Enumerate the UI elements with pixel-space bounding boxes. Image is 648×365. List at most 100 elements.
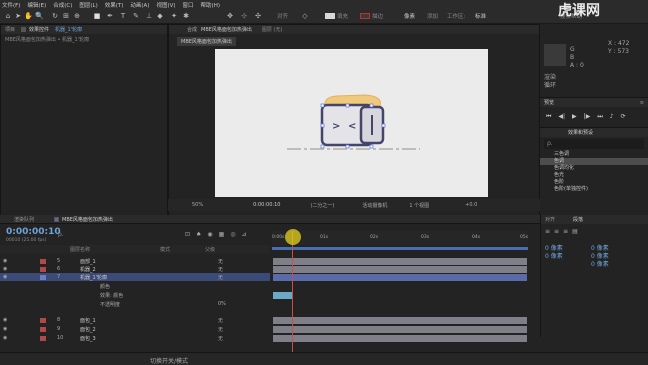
current-time[interactable]: 0:00:00:10	[253, 202, 280, 208]
timeline-layer-row[interactable]: ◉ 9 面包_2 无	[0, 325, 270, 333]
play-icon[interactable]: ▶	[572, 113, 577, 121]
layer-name[interactable]: 机器_1'轮廓	[80, 274, 107, 281]
justify-icon[interactable]: ▤	[572, 228, 578, 235]
layer-duration-bar[interactable]	[273, 292, 293, 299]
timeline-layer-row[interactable]: ◉ 5 面部_1 无	[0, 257, 270, 265]
loop-icon[interactable]: ⟳	[621, 113, 626, 121]
eraser-tool-icon[interactable]: ◆	[156, 12, 164, 20]
layer-duration-bar[interactable]	[273, 326, 527, 333]
effect-target[interactable]: 机器_1'轮廓	[55, 26, 82, 33]
tab-timeline-comp[interactable]: MBE风格面包加热弹出	[62, 216, 113, 223]
prev-frame-icon[interactable]: ◀|	[558, 113, 565, 121]
layer-duration-bar[interactable]	[273, 317, 527, 324]
stroke-width-px[interactable]: 像素	[404, 12, 415, 20]
comp-canvas[interactable]: > <	[215, 49, 488, 197]
layer-duration-bar[interactable]	[273, 335, 527, 342]
timeline-layer-row[interactable]: ◉ 7 机器_1'轮廓 无	[0, 273, 270, 281]
brush-tool-icon[interactable]: ✎	[132, 12, 140, 20]
menu-composition[interactable]: 合成(C)	[53, 1, 72, 9]
layer-parent[interactable]: 无	[218, 326, 223, 333]
preview-menu-icon[interactable]: ≡	[640, 100, 644, 106]
frame-blend-icon[interactable]: ▦	[219, 231, 225, 238]
motion-blur-icon[interactable]: ◎	[230, 231, 235, 238]
axis-view-icon[interactable]: ✣	[254, 12, 262, 20]
visibility-eye-icon[interactable]: ◉	[3, 326, 7, 332]
pan-behind-tool-icon[interactable]: ⊕	[73, 12, 81, 20]
visibility-eye-icon[interactable]: ◉	[3, 317, 7, 323]
menu-animation[interactable]: 动画(A)	[130, 1, 149, 9]
home-icon[interactable]: ⌂	[4, 12, 12, 20]
align-right-icon[interactable]: ≡	[563, 228, 568, 235]
timeline-search[interactable]: ρ.	[58, 231, 64, 238]
menu-layer[interactable]: 图层(L)	[79, 1, 97, 9]
timeline-layer-row[interactable]: ◉ 6 机器_2 无	[0, 265, 270, 273]
fill-swatch[interactable]	[325, 13, 335, 19]
snap-icon[interactable]: ◇	[301, 12, 309, 20]
timeline-layer-row[interactable]: ◉ 8 面包_1 无	[0, 316, 270, 324]
tab-effect-controls[interactable]: 效果控件	[29, 26, 49, 33]
graph-editor-icon[interactable]: ⊿	[242, 231, 247, 238]
effect-item[interactable]: 色调均化	[540, 165, 648, 172]
audio-icon[interactable]: ♪	[610, 113, 614, 121]
layer-parent[interactable]: 无	[218, 266, 223, 273]
layer-name[interactable]: 效果: 颜色	[100, 292, 123, 299]
layer-parent[interactable]: 无	[218, 274, 223, 281]
menu-help[interactable]: 帮助(H)	[201, 1, 220, 9]
comp-breadcrumb[interactable]: MBE风格面包加热弹出	[177, 36, 236, 46]
layer-duration-bar[interactable]	[273, 283, 527, 290]
resolution-dropdown[interactable]: (二分之一)	[310, 202, 334, 209]
col-parent[interactable]: 父级	[205, 246, 215, 253]
effect-item[interactable]: 色阶(单独控件)	[540, 186, 648, 193]
align-label[interactable]: 对齐	[277, 12, 288, 20]
tab-render-queue[interactable]: 渲染队列	[14, 216, 34, 223]
first-line-indent[interactable]: 0 像素	[591, 259, 609, 268]
hand-tool-icon[interactable]: ✋	[24, 12, 33, 20]
menu-effect[interactable]: 效果(T)	[105, 1, 124, 9]
effect-item[interactable]: 色调	[540, 158, 648, 165]
visibility-eye-icon[interactable]: ◉	[3, 335, 7, 341]
label-color-swatch[interactable]	[40, 317, 46, 323]
timeline-layer-row[interactable]: 效果: 颜色	[0, 291, 270, 299]
roto-tool-icon[interactable]: ✦	[170, 12, 178, 20]
label-color-swatch[interactable]	[40, 274, 46, 280]
views-dropdown[interactable]: 1 个视图	[409, 202, 429, 209]
tab-composition[interactable]: 合成	[187, 26, 197, 33]
zoom-dropdown[interactable]: 50%	[192, 202, 203, 208]
timeline-layer-row[interactable]: 颜色	[0, 282, 270, 290]
layer-name[interactable]: 机器_2	[80, 266, 96, 273]
space-before[interactable]: 0 像素	[545, 251, 563, 260]
layer-name[interactable]: 面包_1	[80, 317, 96, 324]
tab-project[interactable]: 项目	[5, 26, 15, 33]
playhead[interactable]	[292, 231, 293, 356]
pen-tool-icon[interactable]: ✒	[106, 12, 114, 20]
align-left-icon[interactable]: ≡	[545, 228, 550, 235]
menu-file[interactable]: 文件(F)	[2, 1, 20, 9]
tab-align[interactable]: 对齐	[545, 216, 555, 223]
toggle-switches-modes[interactable]: 切换开关/模式	[150, 356, 188, 365]
axis-icon[interactable]: ✥	[226, 12, 234, 20]
align-center-icon[interactable]: ≡	[554, 228, 559, 235]
layer-duration-bar[interactable]	[273, 258, 527, 265]
layer-parent[interactable]: 0%	[218, 301, 226, 307]
effect-item[interactable]: 三色调	[540, 151, 648, 158]
puppet-tool-icon[interactable]: ✱	[182, 12, 190, 20]
add-label[interactable]: 添加	[427, 12, 438, 20]
exposure-value[interactable]: +0.0	[465, 202, 477, 208]
camera-dropdown[interactable]: 活动摄像机	[362, 202, 387, 209]
comp-title[interactable]: MBE风格面包加热弹出	[201, 26, 252, 33]
effects-search[interactable]: ρ.	[544, 139, 644, 149]
work-area-bar[interactable]	[272, 247, 528, 250]
layer-duration-bar[interactable]	[273, 266, 527, 273]
last-frame-icon[interactable]: ⏭	[597, 113, 602, 121]
menu-view[interactable]: 视图(V)	[156, 1, 175, 9]
time-ruler[interactable]: 0:00s 01s 02s 03s 04s 05s	[272, 231, 528, 245]
layer-parent[interactable]: 无	[218, 258, 223, 265]
stroke-swatch[interactable]	[360, 13, 370, 19]
col-mode[interactable]: 模式	[160, 246, 170, 253]
timeline-layer-row[interactable]: 不透明度 0%	[0, 300, 270, 308]
lock-icon[interactable]	[21, 27, 27, 32]
layer-name[interactable]: 面部_1	[80, 258, 96, 265]
effect-item[interactable]: 色阶	[540, 179, 648, 186]
clone-tool-icon[interactable]: ⊥	[145, 12, 153, 20]
shy-icon[interactable]: ◉	[207, 231, 212, 238]
